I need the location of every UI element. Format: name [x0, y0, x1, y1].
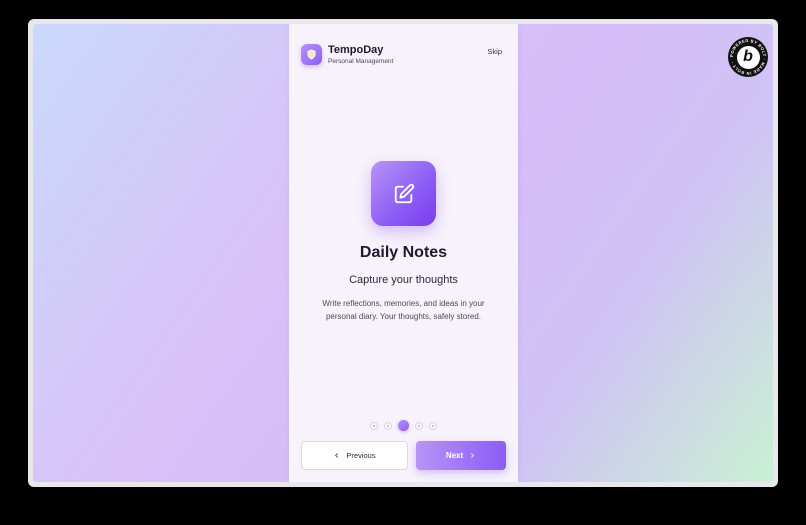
pagination-dot-2[interactable] [384, 421, 392, 430]
pagination-dot-5[interactable] [429, 421, 437, 430]
bolt-badge[interactable]: POWERED BY BOLT · MADE IN BOLT · b [728, 37, 768, 77]
browser-window: TempoDay Personal Management Skip Daily … [28, 19, 778, 487]
gradient-background: TempoDay Personal Management Skip Daily … [33, 24, 773, 482]
app-header: TempoDay Personal Management Skip [289, 24, 518, 72]
app-title-group: TempoDay Personal Management [328, 44, 393, 66]
slide-content: Daily Notes Capture your thoughts Write … [289, 161, 518, 323]
svg-text:POWERED BY BOLT · MADE IN BOLT: POWERED BY BOLT · MADE IN BOLT · [729, 38, 767, 76]
chevron-right-icon [471, 453, 474, 458]
next-label: Next [445, 451, 464, 460]
pagination-dots [289, 420, 518, 431]
pagination-dot-3-active[interactable] [398, 420, 409, 431]
edit-icon [371, 161, 436, 226]
badge-ring: POWERED BY BOLT · MADE IN BOLT · [729, 38, 767, 76]
app-subtitle: Personal Management [328, 57, 394, 65]
slide-subtitle: Capture your thoughts [349, 274, 458, 286]
slide-description: Write reflections, memories, and ideas i… [322, 299, 485, 321]
badge-ring-text: POWERED BY BOLT · MADE IN BOLT · [729, 38, 767, 76]
skip-button[interactable]: Skip [483, 45, 506, 58]
chevron-left-icon [335, 453, 339, 458]
previous-button[interactable]: Previous [301, 441, 408, 470]
pagination-dot-1[interactable] [370, 421, 378, 430]
next-button[interactable]: Next [416, 441, 506, 470]
previous-label: Previous [346, 451, 376, 460]
pagination-dot-4[interactable] [415, 421, 423, 430]
navigation-buttons: Previous Next [301, 441, 506, 470]
app-name: TempoDay [328, 43, 384, 56]
slide-title: Daily Notes [359, 244, 448, 261]
shield-icon [301, 44, 322, 65]
onboarding-card: TempoDay Personal Management Skip Daily … [289, 24, 518, 482]
